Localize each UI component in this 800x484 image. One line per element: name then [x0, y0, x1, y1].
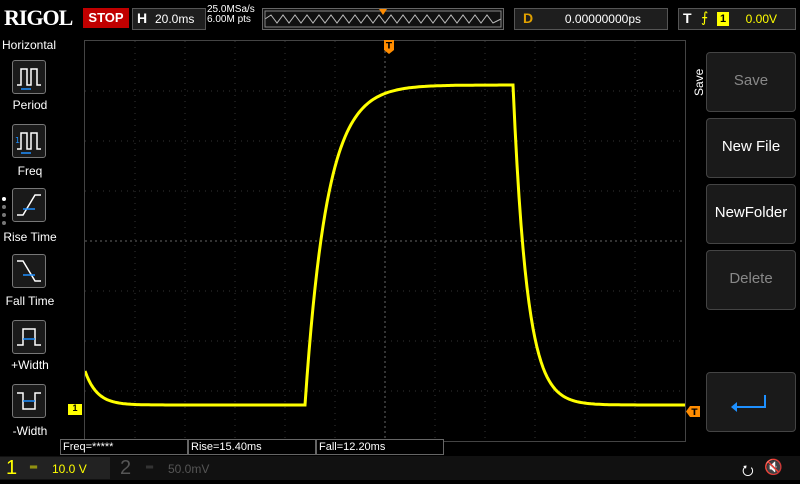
speaker-muted-icon[interactable]: 🔇 [764, 458, 783, 476]
freq-button[interactable]: 1 [12, 124, 46, 158]
channel1-number: 1 [6, 457, 18, 479]
rise-time-label: Rise Time [3, 230, 57, 244]
run-stop-status[interactable]: STOP [83, 8, 129, 28]
trigger-level-icon: T [686, 406, 700, 418]
period-label: Period [12, 98, 48, 112]
dc-coupling-icon: ═ [30, 462, 38, 473]
left-menu-title: Horizontal [2, 38, 57, 52]
delay-box[interactable]: D 0.00000000ps [514, 8, 668, 30]
trigger-position-icon: T [384, 40, 394, 54]
channel2-number[interactable]: 2 [120, 457, 131, 480]
memory-overview-wave [264, 9, 502, 28]
rise-measurement: Rise=15.40ms [188, 439, 316, 455]
fall-time-icon [17, 260, 41, 282]
return-button[interactable] [706, 372, 796, 432]
fall-time-button[interactable] [12, 254, 46, 288]
rise-time-button[interactable] [12, 188, 46, 222]
svg-text:1: 1 [15, 136, 20, 145]
positive-width-label: +Width [11, 358, 49, 372]
timebase-box[interactable]: H 20.0ms [132, 8, 206, 30]
new-file-label: New File [721, 138, 781, 155]
new-folder-button[interactable]: NewFolder [706, 184, 796, 244]
horizontal-key-label: H [137, 10, 148, 26]
trigger-position-marker[interactable]: T [384, 40, 394, 54]
delete-button[interactable]: Delete [706, 250, 796, 310]
negative-width-icon [17, 392, 41, 410]
channel2-scale: 50.0mV [168, 462, 210, 476]
freq-measurement: Freq=***** [60, 439, 188, 455]
trigger-key-label: T [683, 10, 692, 26]
channel1-scale: 10.0 V [52, 462, 87, 476]
graticule [83, 41, 685, 441]
acquisition-info: 25.0MSa/s 6.00M pts [207, 5, 255, 25]
delay-value: 0.00000000ps [564, 12, 641, 26]
negative-width-label: -Width [12, 424, 48, 438]
new-folder-label: NewFolder [714, 204, 788, 221]
memory-depth: 6.00M pts [207, 14, 251, 25]
svg-text:T: T [691, 408, 698, 417]
channel2-coupling-icon: ═ [146, 462, 154, 473]
new-file-button[interactable]: New File [706, 118, 796, 178]
save-button[interactable]: Save [706, 52, 796, 112]
positive-width-icon [17, 328, 41, 346]
rigol-logo: RIGOL [4, 5, 73, 30]
rising-edge-icon: ⨍ [701, 9, 709, 25]
positive-width-button[interactable] [12, 320, 46, 354]
fall-time-label: Fall Time [5, 294, 55, 308]
trigger-level: 0.00V [745, 12, 777, 26]
period-icon [17, 68, 41, 90]
page-indicator [2, 197, 8, 229]
waveform-display[interactable] [83, 40, 686, 442]
frequency-icon: 1 [15, 132, 41, 154]
return-arrow-icon [731, 395, 766, 412]
trigger-source-badge: 1 [717, 12, 729, 26]
period-button[interactable] [12, 60, 46, 94]
trigger-level-marker[interactable]: T [686, 404, 700, 418]
timebase-value: 20.0ms [155, 12, 195, 26]
right-menu-title: Save [692, 68, 706, 96]
freq-label: Freq [17, 164, 43, 178]
delete-label: Delete [729, 270, 773, 287]
rise-time-icon [17, 194, 41, 216]
delay-key-label: D [523, 10, 534, 26]
save-button-label: Save [733, 72, 769, 89]
fall-measurement: Fall=12.20ms [316, 439, 444, 455]
channel1-ground-marker[interactable]: 1 [68, 403, 82, 415]
memory-overview [262, 8, 504, 30]
usb-icon: ⭮ [742, 462, 754, 478]
trigger-box[interactable]: T ⨍ 1 0.00V [678, 8, 796, 30]
negative-width-button[interactable] [12, 384, 46, 418]
svg-text:T: T [386, 42, 393, 52]
